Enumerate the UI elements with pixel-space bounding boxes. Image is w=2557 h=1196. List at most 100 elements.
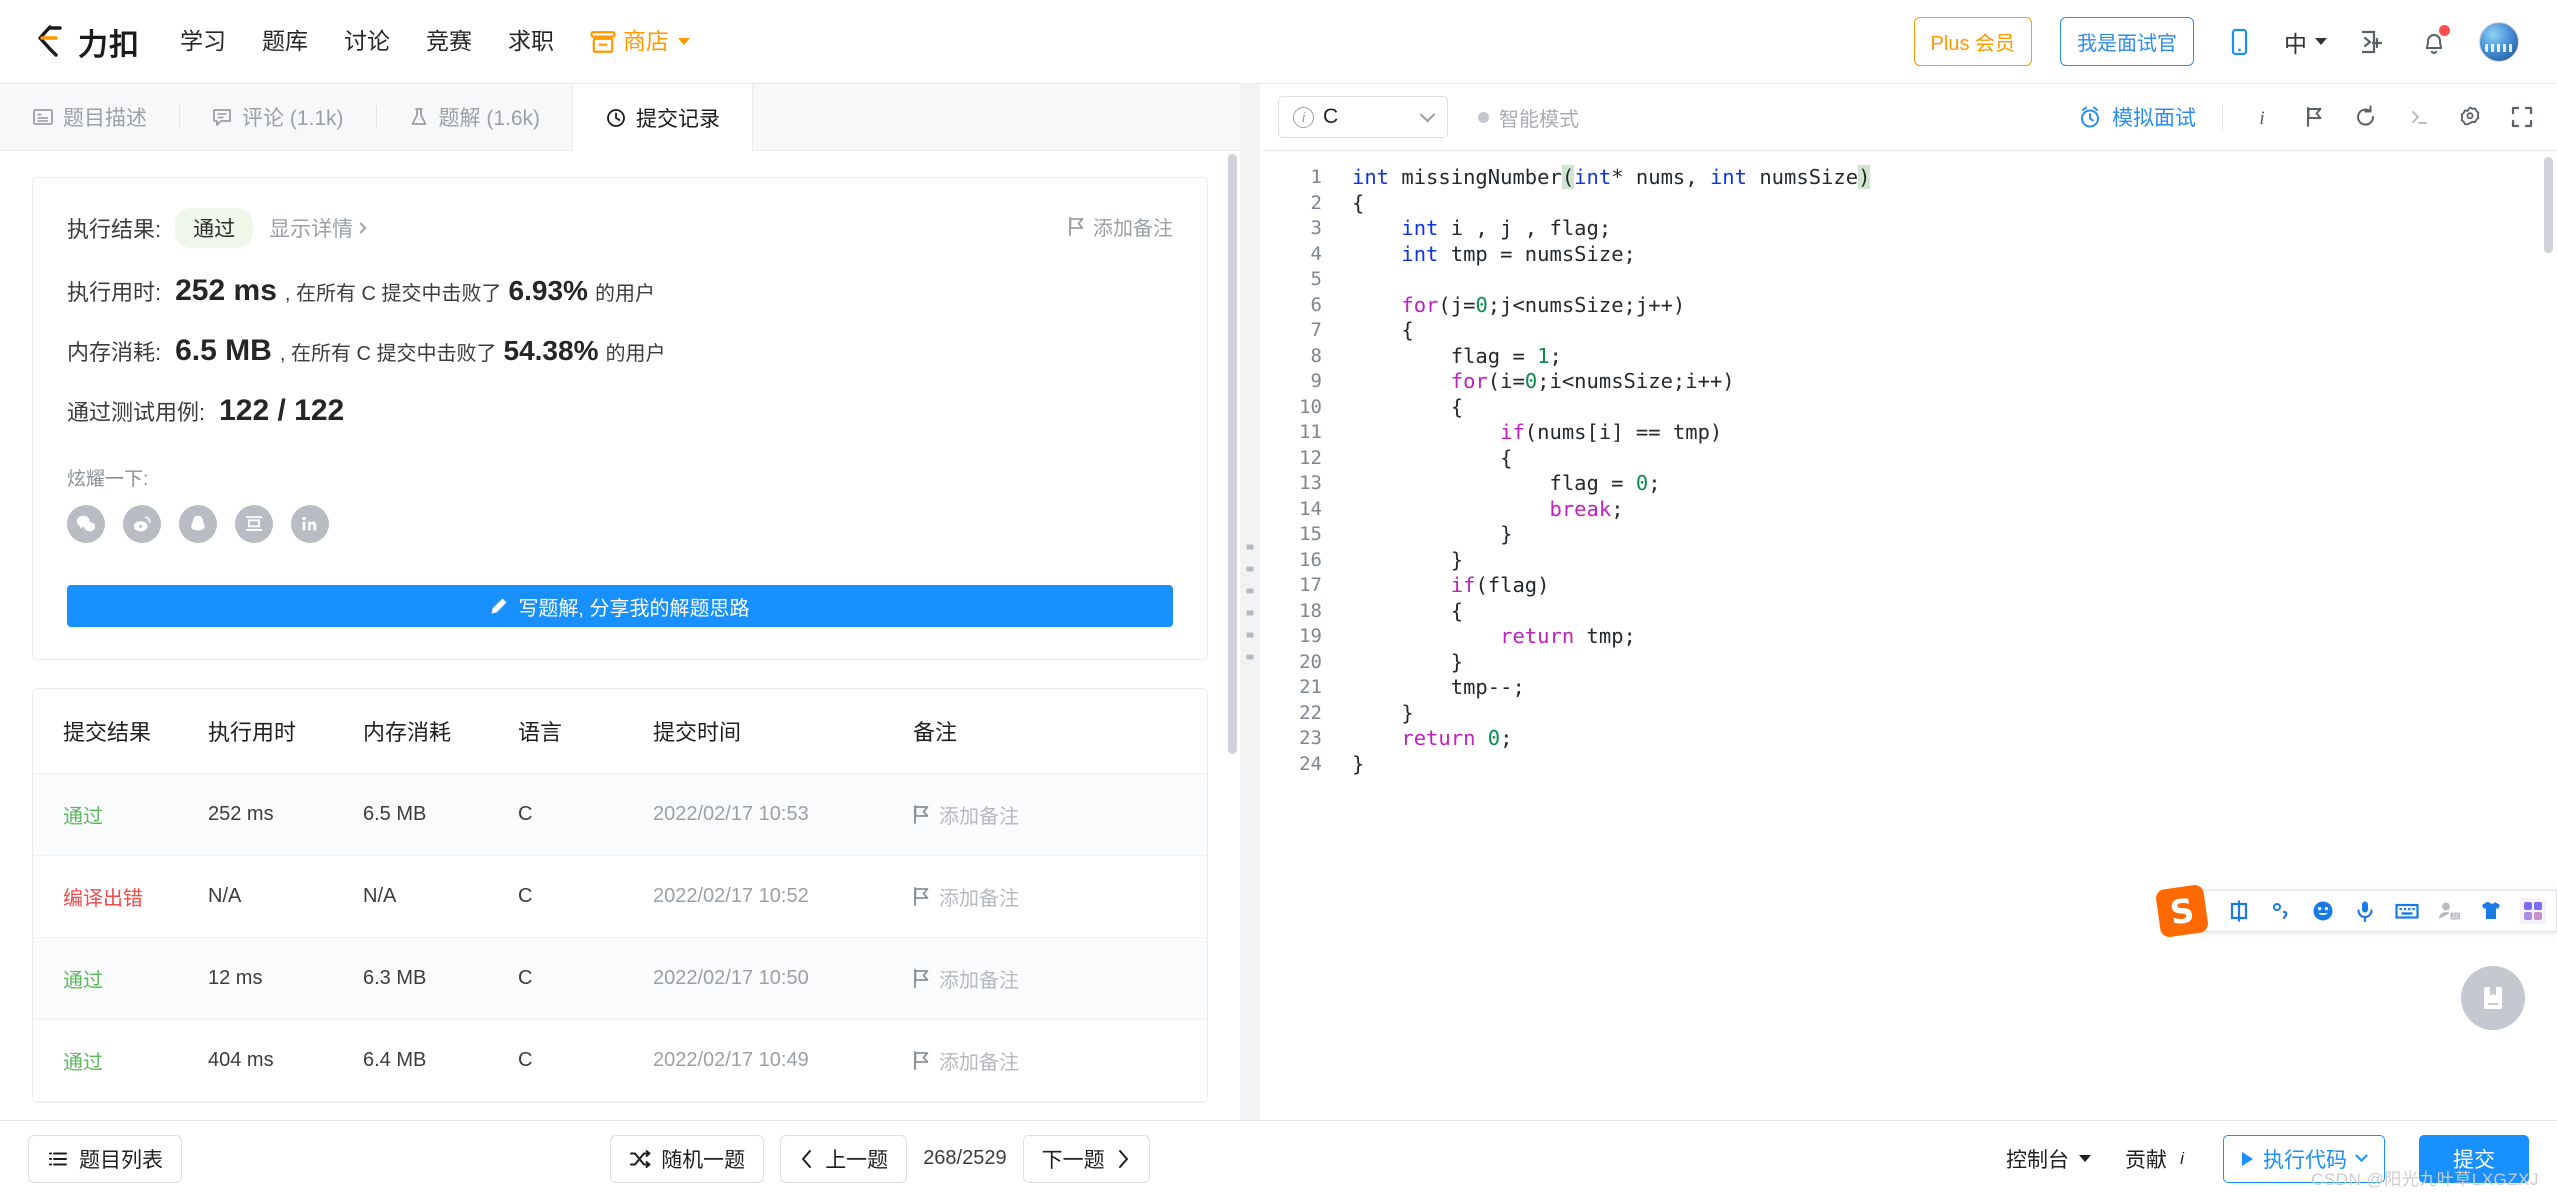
code-editor[interactable]: int missingNumber(int* nums, int numsSiz… (1260, 151, 2557, 1120)
plus-membership-button[interactable]: Plus 会员 (1913, 17, 2032, 66)
row-memory: 6.3 MB (363, 937, 518, 1020)
table-row[interactable]: 通过 12 ms 6.3 MB C 2022/02/17 10:50 添加备注 (33, 937, 1207, 1020)
share-qq-button[interactable] (179, 505, 217, 543)
runtime-tail-text: 的用户 (594, 282, 655, 305)
nav-link-problems[interactable]: 题库 (262, 30, 308, 53)
bottom-right-group: 控制台 贡献 i 执行代码 提交 (2006, 1134, 2529, 1183)
reset-icon[interactable] (2353, 104, 2379, 130)
language-switch-label: 中 (2284, 30, 2307, 57)
tab-comments[interactable]: 评论 (1.1k) (179, 84, 376, 150)
ime-skin-icon[interactable] (2478, 898, 2504, 924)
nav-link-contest[interactable]: 竞赛 (426, 30, 472, 53)
row-add-note-button[interactable]: 添加备注 (913, 964, 1207, 993)
ime-user-icon[interactable]: 22 (2436, 898, 2462, 924)
splitter-grip-icon (1246, 544, 1254, 660)
share-weibo-button[interactable] (123, 505, 161, 543)
tab-solutions-label: 题解 (1.6k) (438, 107, 541, 130)
ime-emoji-icon[interactable] (2310, 898, 2336, 924)
smart-mode-toggle[interactable]: 智能模式 (1478, 103, 1579, 132)
fullscreen-icon[interactable] (2509, 104, 2535, 130)
row-status[interactable]: 通过 (63, 806, 103, 828)
bottom-bar: 题目列表 随机一题 上一题 268/2529 下一题 控制台 贡献 i 执行代码… (0, 1120, 2557, 1196)
row-runtime: N/A (208, 855, 363, 938)
panel-splitter[interactable] (1240, 84, 1260, 1120)
row-add-note-button[interactable]: 添加备注 (913, 882, 1207, 911)
row-status[interactable]: 通过 (63, 1052, 103, 1074)
notebook-icon (2484, 987, 2502, 1009)
avatar[interactable] (2479, 21, 2519, 62)
row-time: 2022/02/17 10:49 (653, 1019, 913, 1102)
share-wechat-button[interactable] (67, 505, 105, 543)
interviewer-button[interactable]: 我是面试官 (2060, 17, 2194, 66)
mock-interview-button[interactable]: 模拟面试 (2077, 102, 2196, 132)
col-header-language: 语言 (518, 689, 653, 774)
ime-keyboard-icon[interactable] (2394, 898, 2420, 924)
settings-icon[interactable] (2457, 104, 2483, 130)
prev-problem-label: 上一题 (825, 1148, 889, 1172)
code-line: { (1260, 445, 1513, 471)
row-time: 2022/02/17 10:52 (653, 855, 913, 938)
language-selector[interactable]: i C (1278, 96, 1448, 138)
row-add-note-label: 添加备注 (939, 1052, 1019, 1074)
terminal-add-icon[interactable] (2355, 25, 2389, 59)
tab-submissions[interactable]: 提交记录 (572, 84, 754, 151)
add-note-button[interactable]: 添加备注 (1068, 212, 1173, 241)
code-line: if(flag) (1260, 573, 1550, 598)
row-language: C (518, 855, 653, 938)
show-detail-link[interactable]: 显示详情 (269, 213, 367, 243)
console-icon[interactable] (2405, 104, 2431, 130)
save-notebook-button[interactable] (2461, 966, 2525, 1030)
random-problem-label: 随机一题 (661, 1148, 746, 1172)
linkedin-icon (302, 516, 317, 531)
nav-link-discuss[interactable]: 讨论 (344, 30, 390, 53)
left-panel-scrollbar[interactable] (1228, 154, 1237, 754)
table-row[interactable]: 编译出错 N/A N/A C 2022/02/17 10:52 添加备注 (33, 855, 1207, 938)
info-icon[interactable]: i (2249, 104, 2275, 130)
row-add-note-button[interactable]: 添加备注 (913, 800, 1207, 829)
ime-apps-icon[interactable] (2520, 898, 2546, 924)
row-status[interactable]: 编译出错 (63, 888, 143, 910)
contribute-button[interactable]: 贡献 i (2125, 1144, 2189, 1174)
sogou-ime-bar[interactable]: S 22 (2154, 883, 2557, 939)
memory-mid-text: , 在所有 C 提交中击败了 (279, 342, 497, 365)
row-add-note-button[interactable]: 添加备注 (913, 1046, 1207, 1075)
tab-description[interactable]: 题目描述 (0, 84, 179, 150)
console-label: 控制台 (2005, 1148, 2069, 1172)
write-solution-button[interactable]: 写题解, 分享我的解题思路 (67, 585, 1173, 627)
language-switch[interactable]: 中 (2284, 25, 2327, 59)
next-problem-button[interactable]: 下一题 (1022, 1134, 1150, 1183)
nav-link-study[interactable]: 学习 (180, 30, 226, 53)
next-problem-label: 下一题 (1041, 1148, 1105, 1172)
ime-chinese-mode-icon[interactable] (2226, 898, 2252, 924)
code-content[interactable]: int missingNumber(int* nums, int numsSiz… (1260, 151, 2557, 777)
run-code-button[interactable]: 执行代码 (2222, 1134, 2385, 1183)
share-douban-button[interactable] (235, 505, 273, 543)
editor-scrollbar[interactable] (2544, 157, 2553, 253)
tab-solutions[interactable]: 题解 (1.6k) (375, 84, 573, 150)
chevron-right-icon (355, 222, 367, 234)
bell-icon[interactable] (2417, 24, 2451, 59)
console-button[interactable]: 控制台 (2006, 1144, 2091, 1174)
douban-icon (245, 516, 263, 531)
share-linkedin-button[interactable] (291, 505, 329, 543)
comment-icon (213, 109, 231, 126)
table-row[interactable]: 通过 404 ms 6.4 MB C 2022/02/17 10:49 添加备注 (33, 1019, 1207, 1102)
code-line: tmp--; (1260, 675, 1525, 700)
ime-punctuation-icon[interactable] (2268, 898, 2294, 924)
row-status[interactable]: 通过 (63, 970, 103, 992)
random-problem-button[interactable]: 随机一题 (610, 1134, 765, 1183)
code-line: flag = 1; (1260, 343, 1562, 369)
brand-logo-link[interactable]: 力扣 (30, 20, 140, 64)
runtime-mid-text: , 在所有 C 提交中击败了 (284, 282, 502, 305)
flag-icon[interactable] (2301, 104, 2327, 130)
mobile-app-icon[interactable] (2222, 25, 2256, 59)
submit-button[interactable]: 提交 (2418, 1134, 2529, 1183)
table-row[interactable]: 通过 252 ms 6.5 MB C 2022/02/17 10:53 添加备注 (33, 773, 1207, 856)
ime-microphone-icon[interactable] (2352, 898, 2378, 924)
code-line: for(i=0;i<numsSize;i++) (1260, 369, 1735, 394)
prev-problem-button[interactable]: 上一题 (780, 1134, 908, 1183)
flag-icon (914, 805, 929, 824)
problem-list-button[interactable]: 题目列表 (28, 1134, 182, 1183)
nav-link-shop[interactable]: 商店 (590, 30, 690, 54)
nav-link-jobs[interactable]: 求职 (508, 30, 554, 53)
